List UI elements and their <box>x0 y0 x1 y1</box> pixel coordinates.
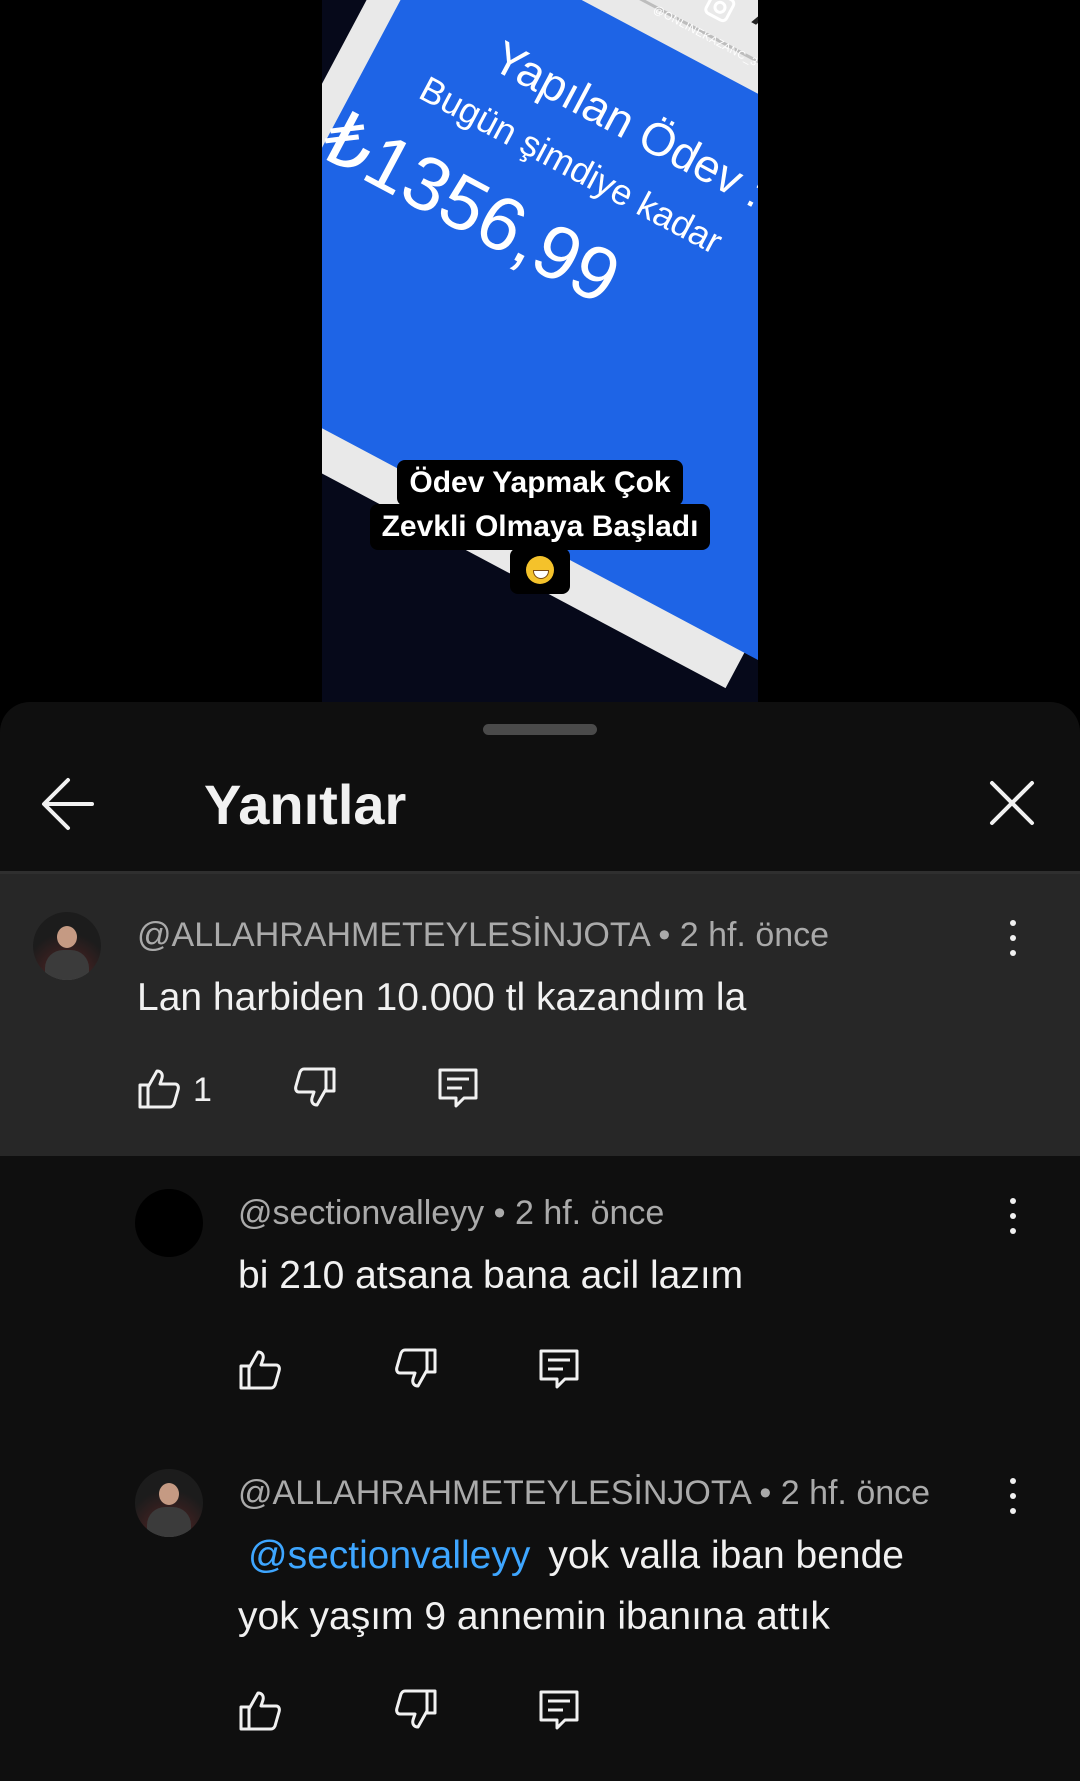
reply-icon <box>438 1068 478 1108</box>
comment-time: • 2 hf. önce <box>658 916 830 954</box>
comment-author[interactable]: @ALLAHRAHMETEYLESİNJOTA <box>137 916 649 954</box>
arrow-left-icon <box>42 778 94 830</box>
comment-author-line: @sectionvalleyy • 2 hf. önce <box>238 1194 664 1233</box>
reply-icon <box>539 1690 579 1730</box>
grinning-emoji-icon <box>510 548 570 594</box>
comment-time: • 2 hf. önce <box>759 1474 931 1512</box>
caption-line: Ödev Yapmak Çok <box>397 460 683 506</box>
comment-text: Lan harbiden 10.000 tl kazandım la <box>137 976 747 1019</box>
back-button[interactable] <box>40 768 98 840</box>
comment-text: @sectionvalleyy yok valla iban bende <box>238 1526 904 1586</box>
dislike-button[interactable] <box>394 1347 438 1391</box>
instagram-icon <box>702 0 738 25</box>
thumb-down-icon <box>395 1689 437 1729</box>
comment-author[interactable]: @ALLAHRAHMETEYLESİNJOTA <box>238 1474 750 1512</box>
video-player[interactable]: Ana S @ONLINEKAZANC_3 Yapılan Ödev : 8 B… <box>0 0 1080 702</box>
close-button[interactable] <box>988 779 1036 827</box>
thumb-up-icon <box>239 1350 281 1390</box>
thumb-down-icon <box>395 1348 437 1388</box>
reply-icon <box>539 1349 579 1389</box>
parent-comment: @ALLAHRAHMETEYLESİNJOTA • 2 hf. önce Lan… <box>0 874 1080 1156</box>
comment-text-line: yok valla iban bende <box>548 1534 904 1577</box>
avatar[interactable] <box>135 1189 203 1257</box>
reply-button[interactable] <box>537 1688 581 1732</box>
dislike-button[interactable] <box>394 1688 438 1732</box>
close-icon <box>990 781 1034 825</box>
dislike-button[interactable] <box>293 1066 337 1110</box>
like-button[interactable] <box>238 1347 282 1391</box>
like-button[interactable] <box>137 1066 181 1110</box>
reply-button[interactable] <box>436 1066 480 1110</box>
comment-text: bi 210 atsana bana acil lazım <box>238 1254 744 1297</box>
avatar[interactable] <box>33 912 101 980</box>
thumb-down-icon <box>294 1067 336 1107</box>
more-options-button[interactable] <box>998 1476 1028 1516</box>
like-button[interactable] <box>238 1688 282 1732</box>
comment-time: • 2 hf. önce <box>493 1194 665 1232</box>
comment-author-line: @ALLAHRAHMETEYLESİNJOTA • 2 hf. önce <box>238 1474 930 1513</box>
like-count: 1 <box>193 1071 212 1109</box>
comment-author-line: @ALLAHRAHMETEYLESİNJOTA • 2 hf. önce <box>137 916 829 955</box>
comment-text-line: yok yaşım 9 annemin ibanına attık <box>238 1595 830 1638</box>
reply-button[interactable] <box>537 1347 581 1391</box>
video-caption: Ödev Yapmak Çok Zevkli Olmaya Başladı <box>0 460 1080 599</box>
replies-sheet: Yanıtlar @ALLAHRAHMETEYLESİNJOTA • 2 hf.… <box>0 702 1080 1781</box>
more-options-button[interactable] <box>998 1196 1028 1236</box>
caption-line: Zevkli Olmaya Başladı <box>369 504 711 550</box>
sheet-title: Yanıtlar <box>204 773 407 836</box>
thumb-up-icon <box>138 1069 180 1109</box>
comment-author[interactable]: @sectionvalleyy <box>238 1194 484 1232</box>
thumb-up-icon <box>239 1691 281 1731</box>
mention-link[interactable]: @sectionvalleyy <box>248 1534 530 1577</box>
avatar[interactable] <box>135 1469 203 1537</box>
sheet-header: Yanıtlar <box>0 702 1080 874</box>
more-options-button[interactable] <box>998 918 1028 958</box>
